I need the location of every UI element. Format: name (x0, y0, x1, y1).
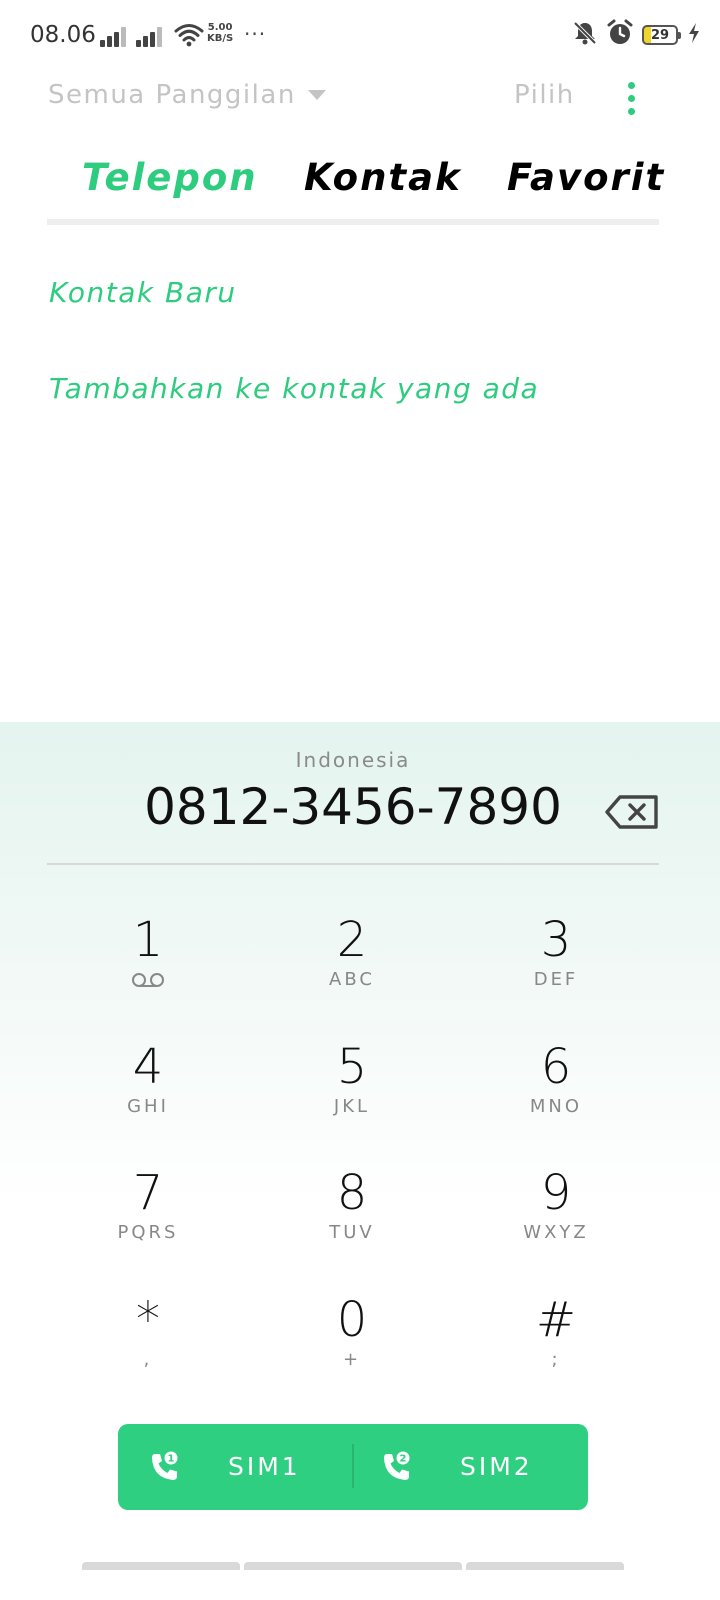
backspace-icon[interactable] (604, 794, 660, 830)
key-digit: 1 (132, 912, 164, 968)
key-letters: + (342, 1349, 362, 1370)
battery-level: 29 (650, 27, 670, 43)
more-options-icon[interactable] (622, 82, 642, 116)
network-speed-unit: KB/S (207, 33, 234, 44)
key-digit: # (535, 1292, 577, 1348)
network-speed: 5.00 KB/S (207, 22, 233, 44)
tab-kontak[interactable]: Kontak (304, 156, 462, 199)
dial-key-star[interactable]: * , (68, 1292, 228, 1392)
key-letters: TUV (329, 1222, 375, 1243)
call-sim2-button[interactable]: 2 SIM2 (354, 1424, 588, 1510)
key-digit: * (136, 1292, 160, 1348)
number-region: Indonesia (295, 748, 411, 772)
battery-icon: 29 (642, 25, 681, 45)
status-time: 08.06 (30, 22, 96, 48)
key-digit: 6 (540, 1039, 572, 1095)
call-filter-dropdown[interactable]: Semua Panggilan (48, 80, 326, 110)
key-letters: ; (551, 1349, 561, 1370)
dial-key-0[interactable]: 0 + (272, 1292, 432, 1392)
notifications-off-icon (572, 20, 598, 50)
key-digit: 0 (336, 1292, 368, 1348)
dial-key-6[interactable]: 6 MNO (476, 1039, 636, 1139)
select-button[interactable]: Pilih (514, 80, 575, 110)
dial-key-5[interactable]: 5 JKL (272, 1039, 432, 1139)
new-contact-option[interactable]: Kontak Baru (49, 276, 237, 309)
nav-hint-right (466, 1562, 624, 1570)
key-letters: WXYZ (523, 1222, 589, 1243)
status-bar: 08.06 5.00 KB/S ··· 29 (0, 0, 720, 72)
signal-icon (136, 25, 164, 47)
call-filter-label: Semua Panggilan (48, 80, 296, 110)
dialed-number: 0812-3456-7890 (144, 778, 562, 836)
dial-key-7[interactable]: 7 PQRS (68, 1165, 228, 1265)
key-digit: 2 (336, 912, 368, 968)
phone-sim2-icon: 2 (380, 1450, 414, 1488)
dial-key-4[interactable]: 4 GHI (68, 1039, 228, 1139)
dial-key-2[interactable]: 2 ABC (272, 912, 432, 1012)
key-digit: 8 (336, 1165, 368, 1221)
dial-key-9[interactable]: 9 WXYZ (476, 1165, 636, 1265)
call-sim1-button[interactable]: 1 SIM1 (118, 1424, 352, 1510)
svg-text:1: 1 (168, 1454, 175, 1465)
key-digit: 7 (132, 1165, 164, 1221)
call-button-bar: 1 SIM1 2 SIM2 (118, 1424, 588, 1510)
add-to-existing-contact-option[interactable]: Tambahkan ke kontak yang ada (49, 372, 539, 405)
svg-text:2: 2 (400, 1454, 407, 1465)
sim2-label: SIM2 (460, 1452, 533, 1481)
key-letters: ABC (329, 969, 375, 990)
phone-sim1-icon: 1 (148, 1450, 182, 1488)
key-letters: GHI (127, 1096, 169, 1117)
wifi-icon (174, 22, 204, 52)
network-speed-value: 5.00 (207, 22, 233, 33)
dial-key-1[interactable]: 1 (68, 912, 228, 1012)
key-letters: DEF (533, 969, 579, 990)
dial-key-3[interactable]: 3 DEF (476, 912, 636, 1012)
tab-divider (47, 219, 659, 225)
tab-favorit[interactable]: Favorit (507, 156, 665, 199)
key-letters: JKL (333, 1096, 371, 1117)
dial-key-hash[interactable]: # ; (476, 1292, 636, 1392)
nav-hint-center (244, 1562, 462, 1570)
key-digit: 9 (540, 1165, 572, 1221)
sim1-label: SIM1 (228, 1452, 301, 1481)
chevron-down-icon (307, 90, 326, 100)
alarm-icon (606, 19, 634, 51)
number-divider (47, 863, 659, 865)
key-digit: 4 (132, 1039, 164, 1095)
key-digit: 3 (540, 912, 572, 968)
tab-telepon[interactable]: Telepon (82, 156, 258, 199)
dial-key-8[interactable]: 8 TUV (272, 1165, 432, 1265)
key-letters: , (143, 1349, 153, 1370)
more-notifications: ··· (244, 22, 267, 46)
nav-hint-left (82, 1562, 240, 1570)
signal-icon (100, 25, 128, 47)
key-letters: PQRS (117, 1222, 179, 1243)
key-letters: MNO (529, 1096, 583, 1117)
charging-icon (688, 23, 700, 47)
voicemail-icon (130, 972, 166, 992)
key-digit: 5 (336, 1039, 368, 1095)
